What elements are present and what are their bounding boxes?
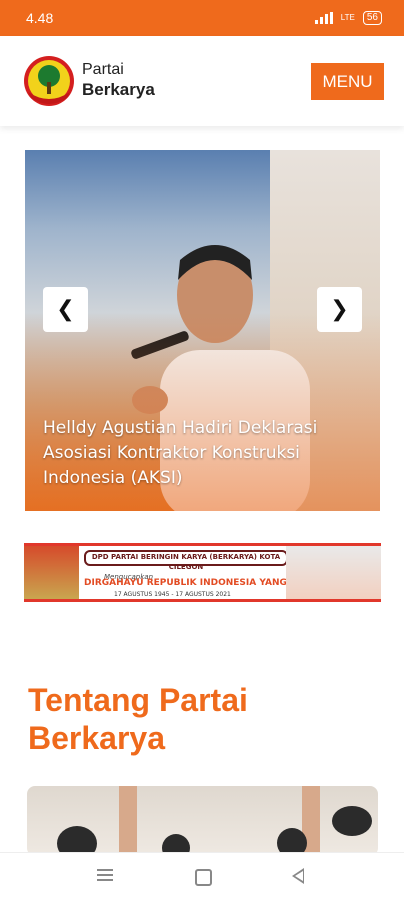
system-nav-bar <box>0 852 404 901</box>
promo-banner[interactable]: DPD PARTAI BERINGIN KARYA (BERKARYA) KOT… <box>24 543 381 602</box>
carousel-caption[interactable]: Helldy Agustian Hadiri Deklarasi Asosias… <box>43 416 363 491</box>
status-time: 4.48 <box>26 10 54 26</box>
about-photo <box>27 786 378 856</box>
about-section-title: Tentang Partai Berkarya <box>28 682 248 756</box>
recent-apps-icon[interactable] <box>97 869 113 883</box>
carousel-next-button[interactable]: ❯ <box>317 287 362 332</box>
chevron-right-icon: ❯ <box>330 297 349 322</box>
chevron-left-icon: ❮ <box>56 297 75 322</box>
battery-icon: 56 <box>362 11 382 25</box>
party-logo[interactable] <box>22 54 76 108</box>
brand-line1: Partai <box>82 61 124 78</box>
news-carousel[interactable]: ❮ ❯ Helldy Agustian Hadiri Deklarasi Aso… <box>25 150 380 511</box>
banner-dates: 17 AGUSTUS 1945 - 17 AGUSTUS 2021 <box>114 591 231 598</box>
carousel-prev-button[interactable]: ❮ <box>43 287 88 332</box>
banner-headline: DIRGAHAYU REPUBLIK INDONESIA YANG KE 76 <box>84 578 319 588</box>
back-icon[interactable] <box>292 868 304 884</box>
signal-icon <box>314 12 333 24</box>
banner-org-name: DPD PARTAI BERINGIN KARYA (BERKARYA) KOT… <box>84 550 288 571</box>
home-icon[interactable] <box>195 869 212 886</box>
brand-name[interactable]: Partai Berkarya <box>82 60 155 100</box>
brand-line2: Berkarya <box>82 80 155 99</box>
banner-left-image <box>24 546 79 599</box>
menu-button[interactable]: MENU <box>311 63 384 100</box>
banner-right-image <box>286 546 381 599</box>
network-type: LTE <box>340 13 355 22</box>
status-icons: LTE 56 <box>314 11 382 25</box>
site-header: Partai Berkarya MENU <box>0 36 404 126</box>
status-bar: 4.48 LTE 56 <box>0 0 404 36</box>
